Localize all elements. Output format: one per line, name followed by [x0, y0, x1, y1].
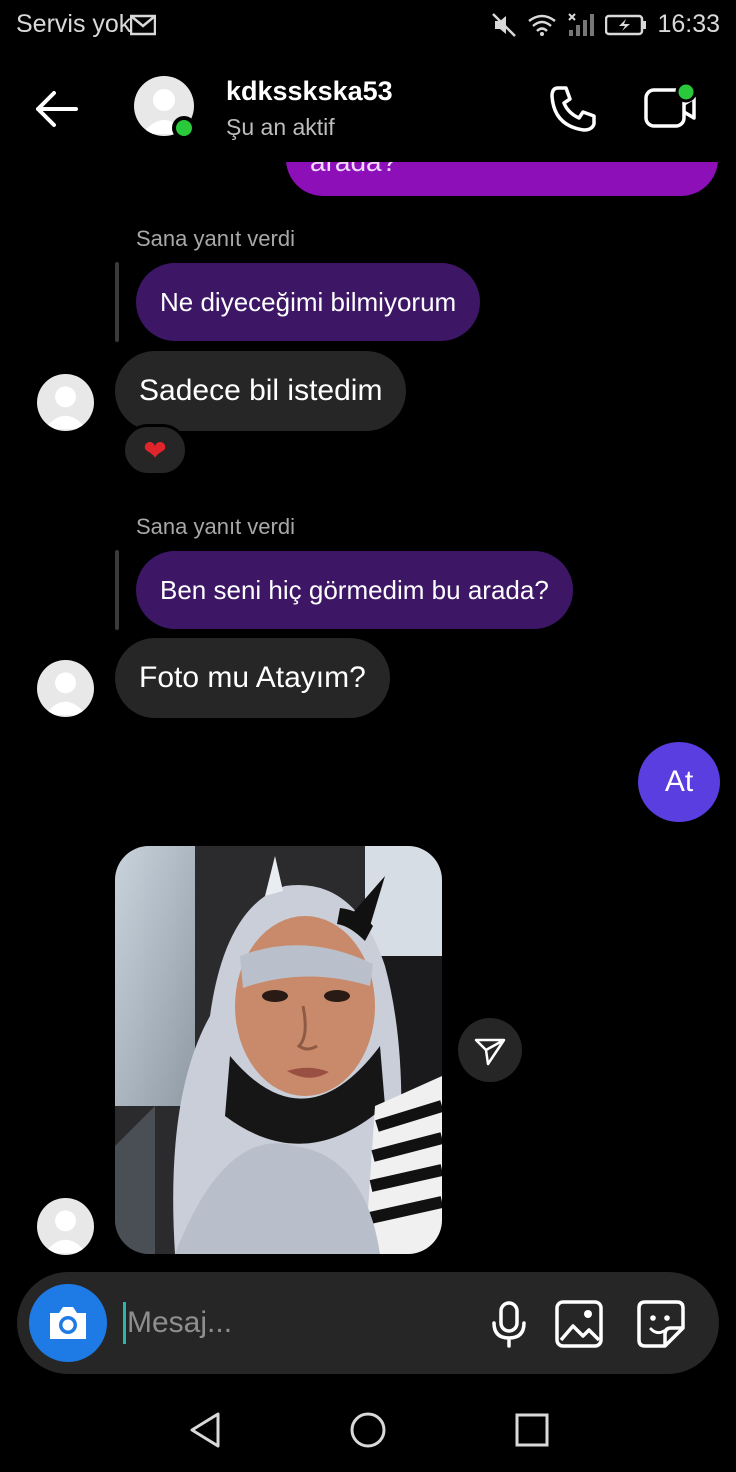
default-avatar-icon	[44, 672, 87, 716]
heart-reaction-icon[interactable]: ❤	[122, 424, 188, 476]
chat-header: kdksskska53 Şu an aktif	[0, 52, 736, 162]
received-message-text: Foto mu Atayım?	[139, 661, 366, 694]
message-composer	[17, 1272, 719, 1374]
mail-icon	[130, 14, 156, 36]
share-photo-button[interactable]	[458, 1018, 522, 1082]
nav-back-icon[interactable]	[184, 1408, 228, 1452]
sent-message-partial[interactable]: arada?	[286, 162, 718, 196]
received-message[interactable]: Foto mu Atayım?	[115, 638, 390, 718]
back-arrow-icon[interactable]	[30, 82, 84, 136]
video-call-icon[interactable]	[640, 80, 700, 136]
status-bar: Servis yok 16:33	[0, 0, 736, 52]
default-avatar-icon	[44, 386, 87, 430]
phone-icon[interactable]	[546, 82, 600, 136]
message-thread[interactable]: arada? Sana yanıt verdi Ne diyeceğimi bi…	[0, 162, 736, 1268]
received-message[interactable]: Sadece bil istedim	[115, 351, 407, 431]
carrier-label: Servis yok	[16, 10, 132, 38]
mute-icon	[492, 12, 517, 37]
contact-username[interactable]: kdksskska53	[226, 76, 393, 107]
photo-message[interactable]	[115, 846, 442, 1254]
battery-charging-icon	[605, 14, 647, 35]
signal-icon	[568, 12, 595, 36]
quoted-message-text: Ne diyeceğimi bilmiyorum	[160, 286, 457, 317]
nav-recents-icon[interactable]	[510, 1408, 554, 1452]
quoted-message[interactable]: Ben seni hiç görmedim bu arada?	[136, 551, 573, 629]
system-navigation-bar	[0, 1384, 736, 1472]
camera-icon	[50, 1307, 86, 1339]
sender-avatar[interactable]	[37, 660, 94, 717]
default-avatar-icon	[44, 1210, 87, 1254]
sent-message-text: At	[664, 765, 694, 798]
sender-avatar[interactable]	[37, 1198, 94, 1255]
send-arrow-icon	[474, 1038, 506, 1066]
quoted-message-text: Ben seni hiç görmedim bu arada?	[160, 574, 549, 605]
reply-quote-line	[115, 550, 119, 630]
nav-home-icon[interactable]	[346, 1408, 390, 1452]
reply-label: Sana yanıt verdi	[136, 514, 295, 539]
chat-screen: Servis yok 16:33 kdksskska53 Şu an aktif…	[0, 0, 736, 1472]
gallery-icon[interactable]	[553, 1298, 605, 1350]
sent-message-text: arada?	[310, 162, 397, 178]
wifi-icon	[528, 14, 557, 36]
presence-status: Şu an aktif	[226, 114, 335, 140]
sent-message[interactable]: At	[638, 742, 720, 822]
reply-label: Sana yanıt verdi	[136, 226, 295, 251]
camera-button[interactable]	[29, 1284, 107, 1362]
received-message-text: Sadece bil istedim	[139, 374, 383, 407]
sender-avatar[interactable]	[37, 374, 94, 431]
clock: 16:33	[657, 10, 720, 38]
quoted-message[interactable]: Ne diyeceğimi bilmiyorum	[136, 263, 481, 341]
message-input[interactable]	[127, 1298, 457, 1348]
microphone-icon[interactable]	[483, 1298, 535, 1350]
sticker-icon[interactable]	[635, 1298, 687, 1350]
status-icons: 16:33	[491, 10, 720, 39]
online-indicator	[172, 116, 196, 140]
photo-image	[115, 846, 442, 1254]
text-cursor	[123, 1302, 126, 1344]
reply-quote-line	[115, 262, 119, 342]
